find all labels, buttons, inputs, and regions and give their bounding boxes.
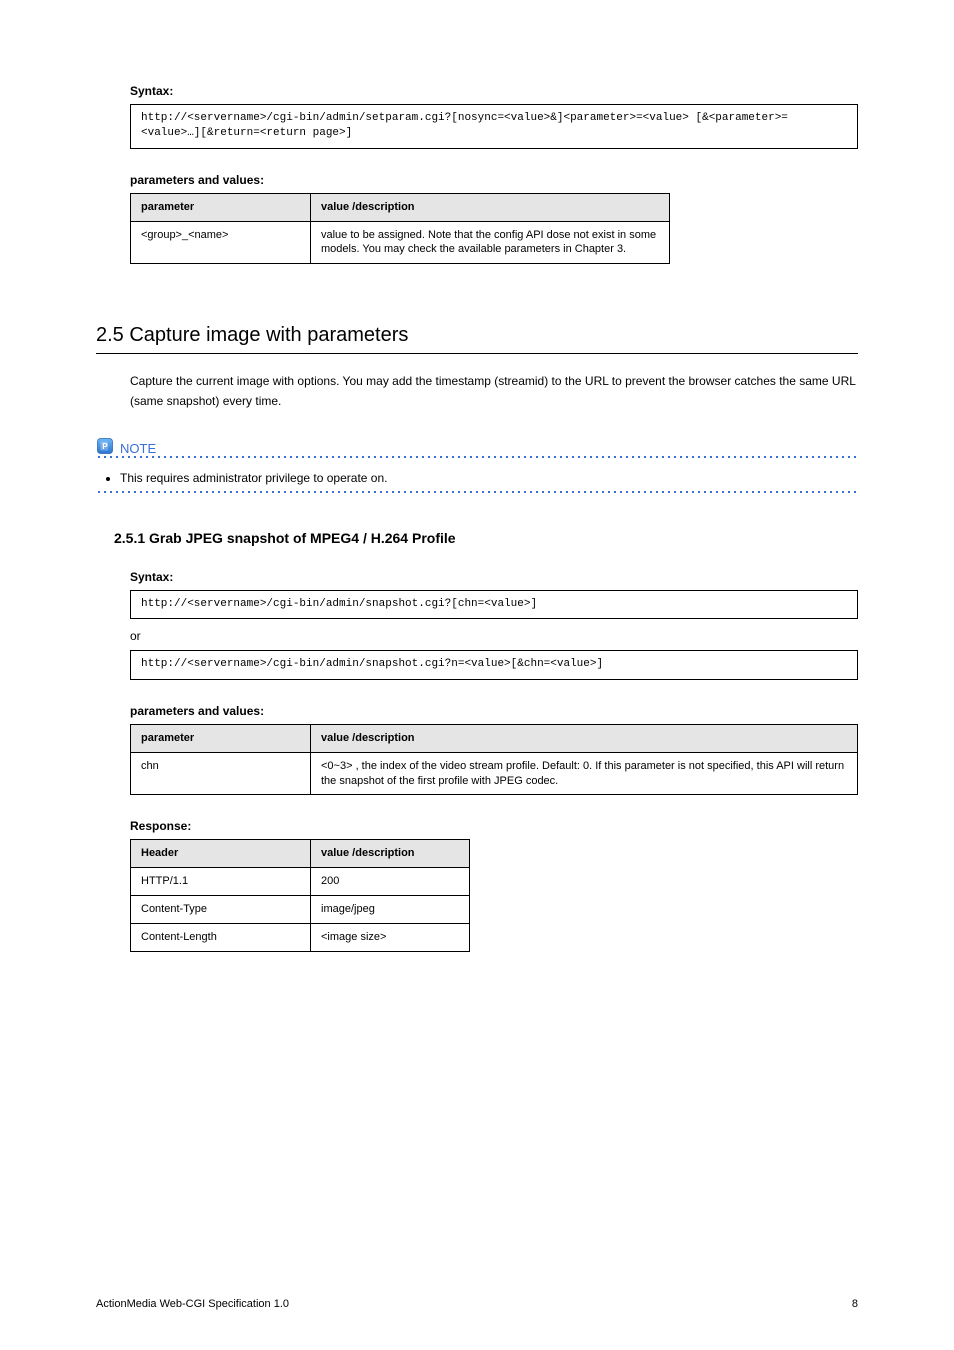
- table-row: parameter value /description: [131, 724, 858, 752]
- page-footer: ActionMedia Web-CGI Specification 1.0 8: [96, 1298, 858, 1310]
- section-heading: 2.5 Capture image with parameters: [96, 324, 858, 347]
- subsection-heading: 2.5.1 Grab JPEG snapshot of MPEG4 / H.26…: [114, 530, 858, 546]
- or-label: or: [130, 627, 858, 646]
- footer-left: ActionMedia Web-CGI Specification 1.0: [96, 1298, 289, 1310]
- table-row: HTTP/1.1 200: [131, 868, 470, 896]
- table-header: parameter: [131, 193, 311, 221]
- svg-text:P: P: [102, 442, 108, 451]
- table-row: Header value /description: [131, 840, 470, 868]
- table-cell: <0~3> , the index of the video stream pr…: [311, 752, 858, 795]
- syntax-label: Syntax:: [130, 84, 858, 98]
- param-label: parameters and values:: [130, 173, 858, 187]
- note-icon: P: [96, 437, 114, 455]
- table-row: parameter value /description: [131, 193, 670, 221]
- table-row: chn <0~3> , the index of the video strea…: [131, 752, 858, 795]
- response-table: Header value /description HTTP/1.1 200 C…: [130, 839, 470, 951]
- param-table-2: parameter value /description chn <0~3> ,…: [130, 724, 858, 796]
- note-label: NOTE: [120, 441, 156, 457]
- table-cell: Content-Type: [131, 896, 311, 924]
- heading-rule: [96, 353, 858, 354]
- table-row: Content-Type image/jpeg: [131, 896, 470, 924]
- table-cell: <group>_<name>: [131, 221, 311, 264]
- note-rule-top: [96, 453, 858, 461]
- syntax-code-block: http://<servername>/cgi-bin/admin/snapsh…: [130, 650, 858, 679]
- table-header: Header: [131, 840, 311, 868]
- table-cell: value to be assigned. Note that the conf…: [311, 221, 670, 264]
- table-header: parameter: [131, 724, 311, 752]
- table-cell: chn: [131, 752, 311, 795]
- note-item: This requires administrator privilege to…: [120, 469, 858, 488]
- response-label: Response:: [130, 819, 858, 833]
- table-cell: HTTP/1.1: [131, 868, 311, 896]
- table-cell: 200: [311, 868, 470, 896]
- syntax-code-block: http://<servername>/cgi-bin/admin/snapsh…: [130, 590, 858, 619]
- param-table-1: parameter value /description <group>_<na…: [130, 193, 670, 265]
- table-row: Content-Length <image size>: [131, 923, 470, 951]
- table-cell: image/jpeg: [311, 896, 470, 924]
- table-header: value /description: [311, 724, 858, 752]
- table-row: <group>_<name> value to be assigned. Not…: [131, 221, 670, 264]
- note-block: P NOTE This requires administrator privi…: [96, 437, 858, 496]
- syntax-code-block: http://<servername>/cgi-bin/admin/setpar…: [130, 104, 858, 149]
- table-cell: Content-Length: [131, 923, 311, 951]
- table-header: value /description: [311, 840, 470, 868]
- section-body-text: Capture the current image with options. …: [130, 372, 858, 410]
- note-rule-bottom: [96, 488, 858, 496]
- table-cell: <image size>: [311, 923, 470, 951]
- table-header: value /description: [311, 193, 670, 221]
- syntax-label: Syntax:: [130, 570, 858, 584]
- footer-page-number: 8: [852, 1298, 858, 1310]
- param-label: parameters and values:: [130, 704, 858, 718]
